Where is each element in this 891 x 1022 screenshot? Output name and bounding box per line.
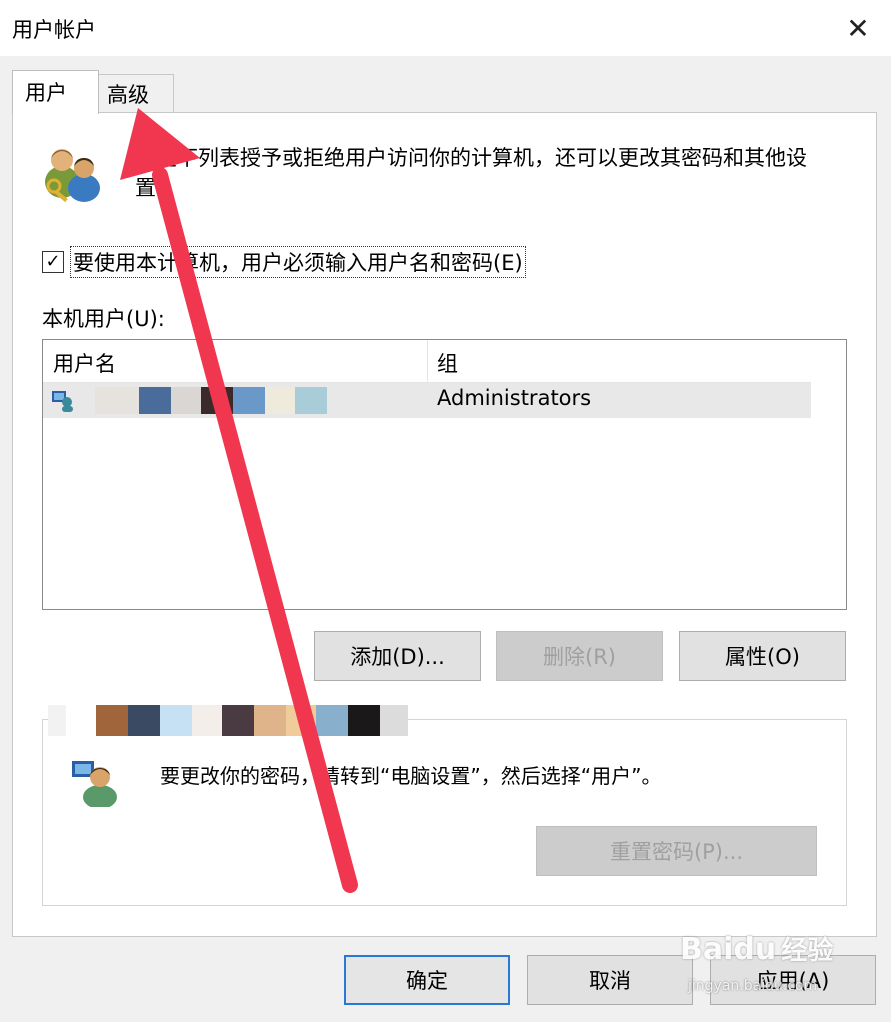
watermark-url: jingyan.baidu.com	[688, 978, 818, 994]
reset-password-button[interactable]: 重置密码(P)...	[536, 826, 817, 876]
tab-advanced-label: 高级	[107, 83, 149, 107]
require-login-row: ✓ 要使用本计算机，用户必须输入用户名和密码(E)	[42, 246, 526, 278]
user-group-cell: Administrators	[437, 386, 592, 410]
table-row[interactable]: Administrators	[43, 383, 811, 418]
tab-advanced[interactable]: 高级	[98, 74, 174, 112]
redaction-block	[201, 387, 233, 414]
redaction-block	[48, 705, 66, 736]
redaction-block	[348, 705, 380, 736]
password-groupbox	[42, 719, 847, 906]
redaction-block	[95, 387, 139, 414]
watermark-brand: Baidu	[680, 932, 777, 967]
redaction-block	[160, 705, 192, 736]
watermark-suffix: 经验	[781, 936, 834, 966]
properties-button[interactable]: 属性(O)	[679, 631, 846, 681]
ok-button[interactable]: 确定	[344, 955, 510, 1005]
users-list[interactable]: 用户名 组 Administrators	[42, 339, 847, 610]
add-user-button[interactable]: 添加(D)...	[314, 631, 481, 681]
change-password-text: 要更改你的密码，请转到“电脑设置”，然后选择“用户”。	[160, 764, 662, 788]
redaction-block	[66, 705, 96, 736]
list-header: 用户名 组	[43, 340, 811, 383]
redacted-username	[95, 387, 327, 414]
local-users-label: 本机用户(U):	[42, 307, 165, 331]
redaction-block	[265, 387, 295, 414]
redaction-block	[254, 705, 286, 736]
cancel-button[interactable]: 取消	[527, 955, 693, 1005]
column-header-group[interactable]: 组	[437, 348, 458, 378]
redaction-block	[128, 705, 160, 736]
redaction-block	[233, 387, 265, 414]
redaction-block	[171, 387, 201, 414]
redaction-block	[96, 705, 128, 736]
baidu-jingyan-watermark: Baidu 经验 jingyan.baidu.com	[680, 930, 834, 994]
user-settings-icon	[72, 761, 117, 807]
redacted-section-title	[48, 705, 408, 736]
title-bar: 用户帐户 ✕	[0, 0, 891, 56]
require-login-label[interactable]: 要使用本计算机，用户必须输入用户名和密码(E)	[70, 246, 526, 278]
redaction-block	[295, 387, 327, 414]
redaction-block	[380, 705, 408, 736]
redaction-block	[192, 705, 222, 736]
tab-users[interactable]: 用户	[12, 70, 99, 114]
remove-user-button[interactable]: 删除(R)	[496, 631, 663, 681]
redaction-block	[316, 705, 348, 736]
tab-users-label: 用户	[25, 81, 67, 105]
description-text: 要在下列表授予或拒绝用户访问你的计算机，还可以更改其密码和其他设置。	[135, 146, 807, 200]
redaction-block	[222, 705, 254, 736]
redaction-block	[286, 705, 316, 736]
users-group-icon	[45, 149, 100, 203]
user-account-icon	[52, 391, 73, 412]
close-icon[interactable]: ✕	[838, 8, 878, 48]
column-divider[interactable]	[427, 340, 428, 382]
window-title: 用户帐户	[12, 18, 96, 42]
redaction-block	[139, 387, 171, 414]
require-login-checkbox[interactable]: ✓	[42, 251, 64, 273]
column-header-username[interactable]: 用户名	[53, 348, 116, 378]
